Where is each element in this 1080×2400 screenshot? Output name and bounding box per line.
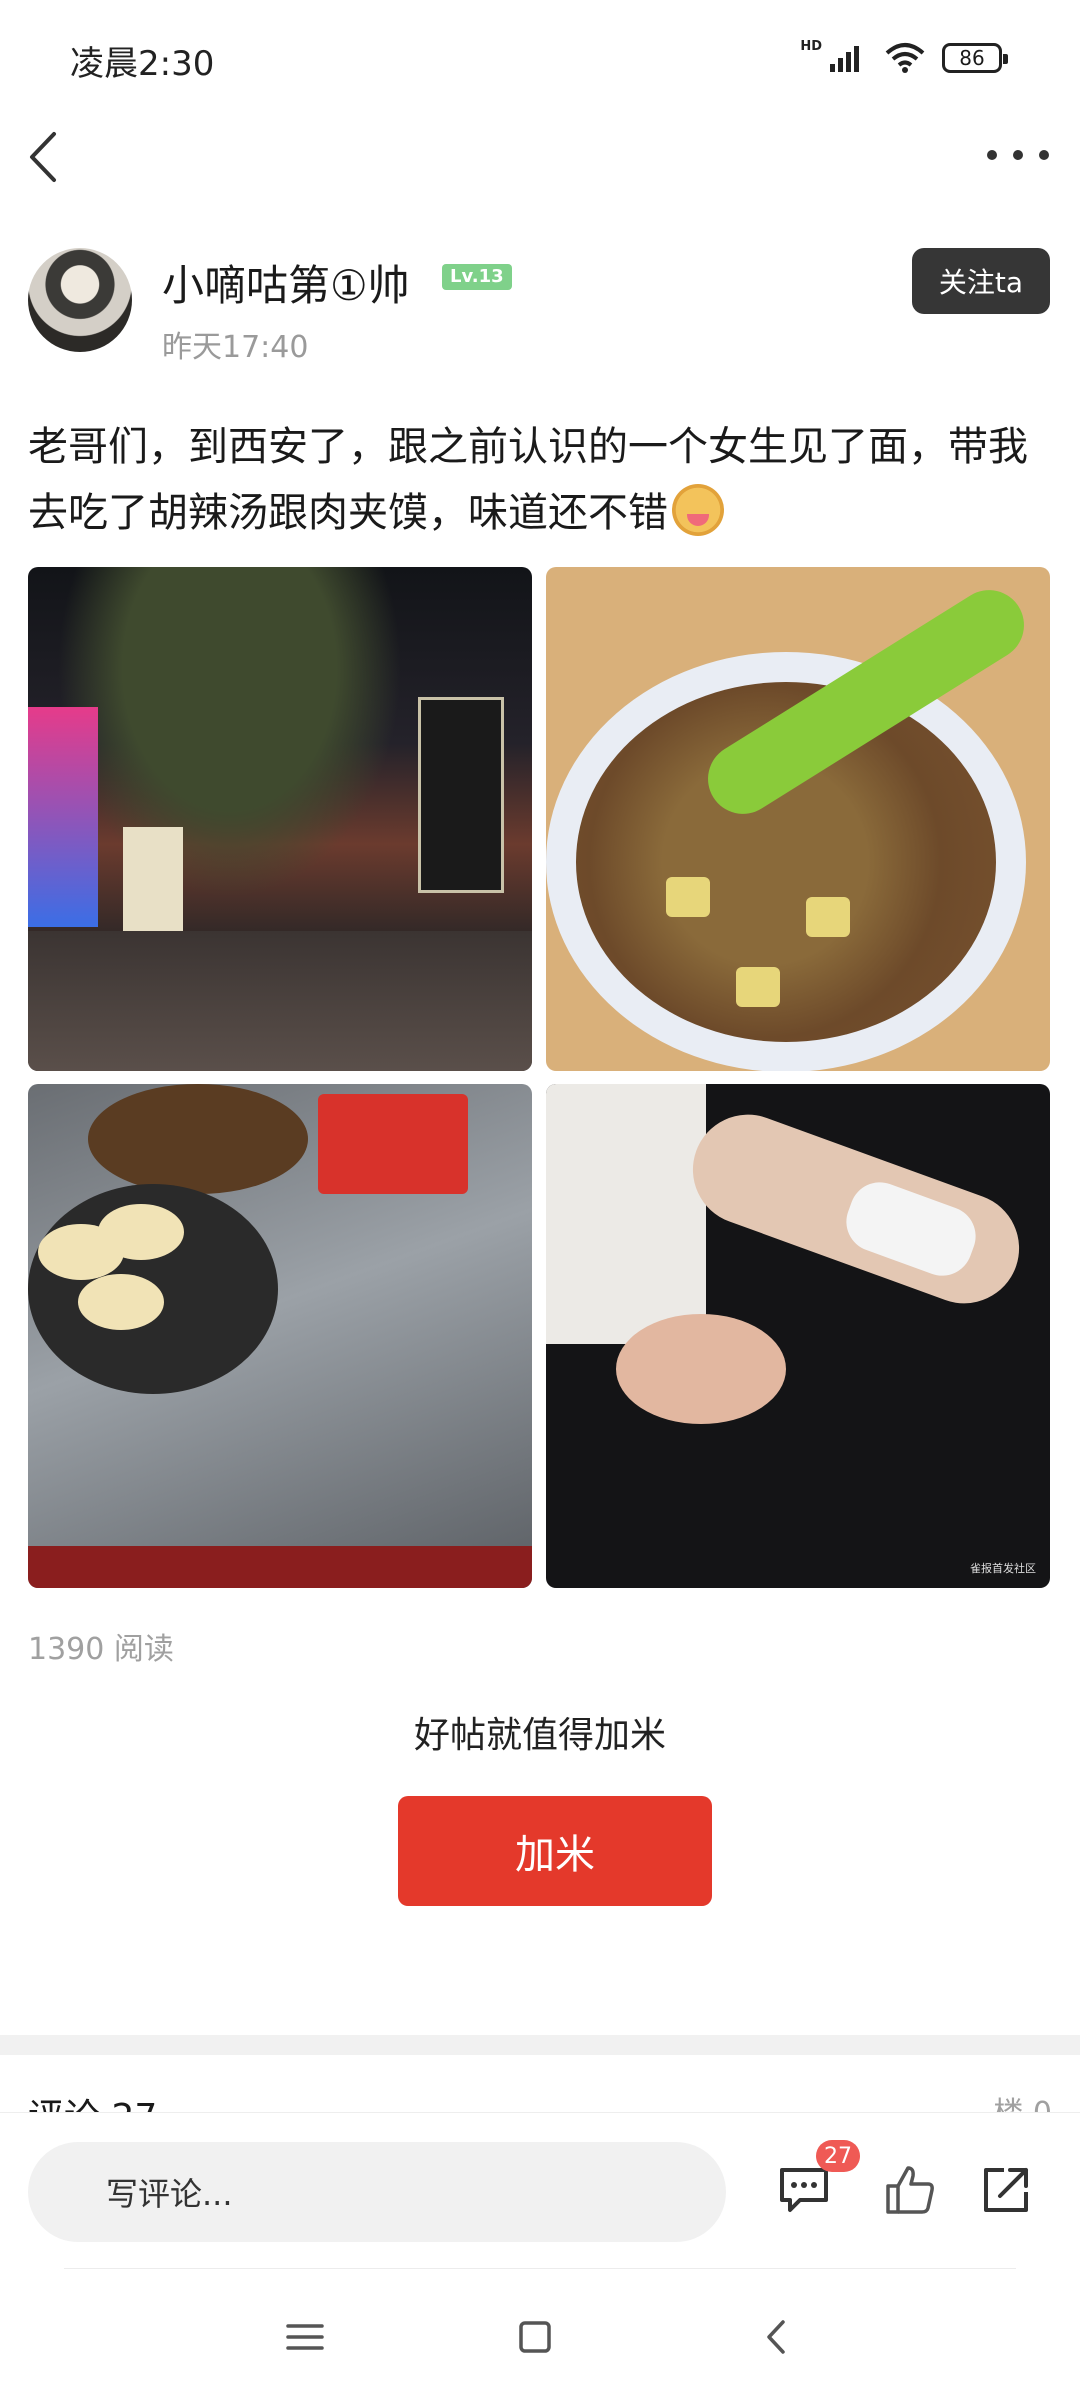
section-divider <box>0 2035 1080 2055</box>
thumbs-up-icon[interactable] <box>880 2160 940 2220</box>
battery-indicator: 86 <box>942 43 1008 73</box>
photo-hands[interactable]: 雀报首发社区 <box>546 1084 1050 1588</box>
post-text-content: 老哥们，到西安了，跟之前认识的一个女生见了面，带我去吃了胡辣汤跟肉夹馍，味道还不… <box>28 424 1028 536</box>
photo-street-night[interactable] <box>28 567 532 1071</box>
read-count: 1390 阅读 <box>28 1632 174 1667</box>
comment-input[interactable]: 写评论... <box>28 2142 726 2242</box>
wifi-icon <box>885 43 925 73</box>
dog-emoji-icon <box>672 484 724 536</box>
status-icons: HD 86 <box>800 36 1008 80</box>
reward-prompt: 好帖就值得加米 <box>413 1715 666 1756</box>
more-options-icon[interactable] <box>980 130 1056 180</box>
share-icon[interactable] <box>976 2160 1036 2220</box>
reward-button[interactable]: 加米 <box>398 1796 712 1906</box>
menu-icon[interactable] <box>280 2312 330 2362</box>
battery-level: 86 <box>959 46 985 70</box>
system-back-icon[interactable] <box>752 2312 802 2362</box>
author-avatar[interactable] <box>28 248 132 352</box>
author-name[interactable]: 小嘀咕第①帅 <box>162 252 410 313</box>
level-badge: Lv.13 <box>442 264 512 290</box>
photo-flatbread-griddle[interactable] <box>28 1084 532 1588</box>
status-time: 凌晨2:30 <box>70 44 215 84</box>
follow-button[interactable]: 关注ta <box>912 248 1050 314</box>
post-time: 昨天17:40 <box>162 330 309 365</box>
comment-count-badge: 27 <box>816 2140 860 2172</box>
nav-separator <box>64 2268 1016 2269</box>
signal-icon <box>830 46 859 72</box>
comment-input-placeholder: 写评论... <box>106 2175 233 2213</box>
network-type: HD <box>800 38 822 54</box>
photo-watermark: 雀报首发社区 <box>970 1562 1036 1575</box>
photo-soup-bowl[interactable] <box>546 567 1050 1071</box>
post-text: 老哥们，到西安了，跟之前认识的一个女生见了面，带我去吃了胡辣汤跟肉夹馍，味道还不… <box>28 414 1052 546</box>
home-icon[interactable] <box>510 2312 560 2362</box>
back-arrow-icon[interactable] <box>18 122 70 192</box>
